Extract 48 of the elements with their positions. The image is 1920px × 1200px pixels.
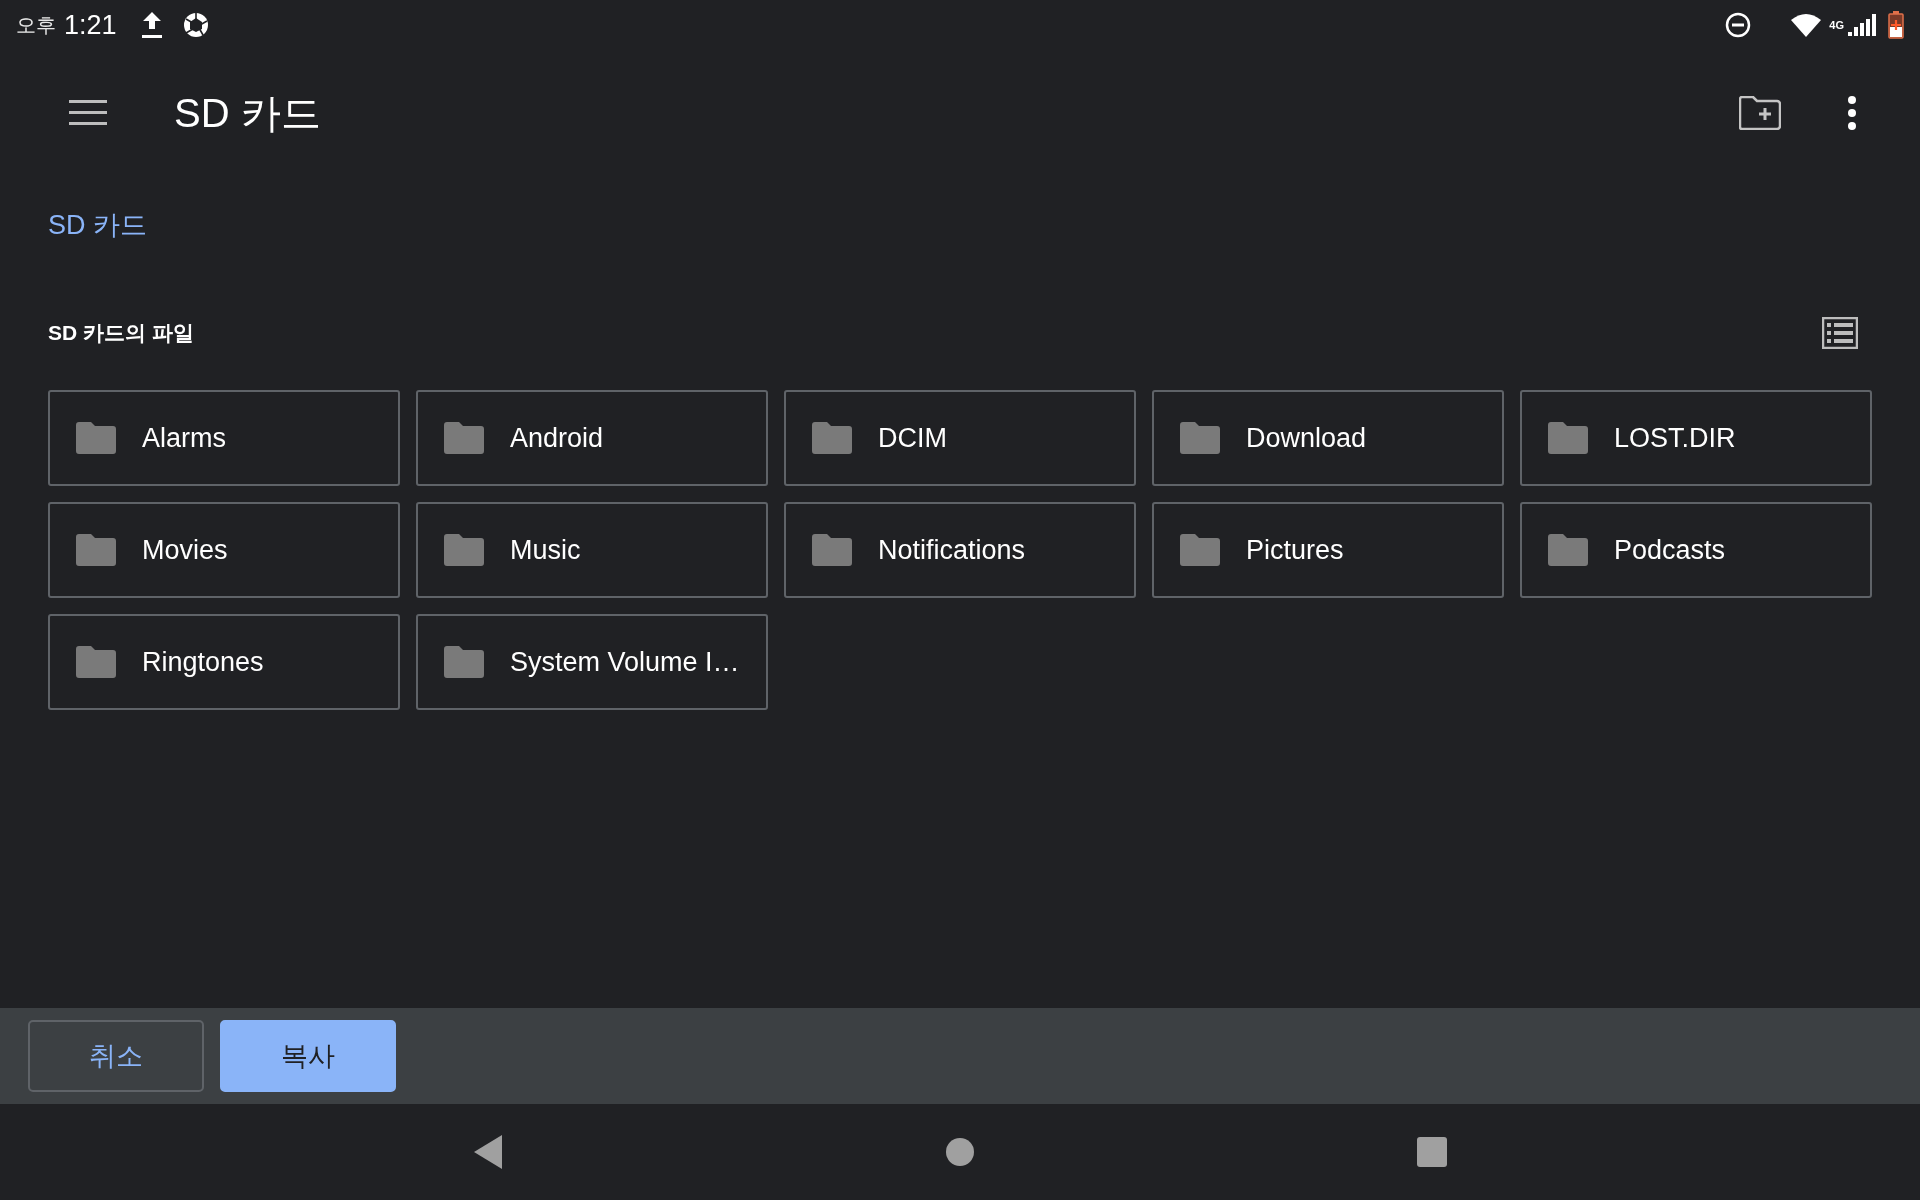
cancel-button[interactable]: 취소	[28, 1020, 204, 1092]
breadcrumb-link[interactable]: SD 카드	[48, 204, 147, 246]
folder-card[interactable]: Podcasts	[1520, 502, 1872, 598]
menu-icon	[69, 99, 107, 126]
aperture-icon	[182, 12, 209, 38]
back-icon	[474, 1135, 502, 1169]
folder-icon	[444, 422, 484, 454]
home-icon	[946, 1138, 974, 1166]
toolbar-title: SD 카드	[174, 89, 321, 137]
more-options-icon	[1847, 95, 1857, 130]
folder-icon	[444, 534, 484, 566]
status-ampm: 오후	[16, 13, 56, 38]
folder-card[interactable]: Notifications	[784, 502, 1136, 598]
folder-card[interactable]: System Volume I…	[416, 614, 768, 710]
folder-card[interactable]: Alarms	[48, 390, 400, 486]
recents-icon	[1417, 1137, 1447, 1167]
folder-card[interactable]: Pictures	[1152, 502, 1504, 598]
wifi-icon	[1791, 13, 1822, 37]
copy-button[interactable]: 복사	[220, 1020, 396, 1092]
folder-card[interactable]: Music	[416, 502, 768, 598]
folder-icon	[1548, 422, 1588, 454]
folder-icon	[76, 646, 116, 678]
folder-icon	[76, 534, 116, 566]
battery-charging-icon	[1888, 11, 1904, 39]
folder-card[interactable]: LOST.DIR	[1520, 390, 1872, 486]
new-folder-icon	[1739, 95, 1781, 130]
folder-icon	[1180, 422, 1220, 454]
do-not-disturb-icon	[1725, 12, 1752, 38]
folder-icon	[812, 534, 852, 566]
folder-icon	[1548, 534, 1588, 566]
folder-card[interactable]: Download	[1152, 390, 1504, 486]
back-button[interactable]	[472, 1134, 504, 1170]
folder-icon	[1180, 534, 1220, 566]
folder-icon	[444, 646, 484, 678]
folder-card[interactable]: DCIM	[784, 390, 1136, 486]
signal-icon	[1848, 14, 1876, 36]
home-button[interactable]	[944, 1136, 976, 1168]
network-type: 4G	[1829, 17, 1844, 33]
folder-icon	[76, 422, 116, 454]
upload-icon	[140, 12, 163, 38]
folder-card[interactable]: Movies	[48, 502, 400, 598]
section-label: SD 카드의 파일	[48, 319, 194, 346]
folder-card[interactable]: Android	[416, 390, 768, 486]
recents-button[interactable]	[1416, 1136, 1448, 1168]
status-time: 1:21	[64, 8, 117, 42]
folder-card[interactable]: Ringtones	[48, 614, 400, 710]
list-view-icon	[1822, 316, 1858, 349]
folder-icon	[812, 422, 852, 454]
